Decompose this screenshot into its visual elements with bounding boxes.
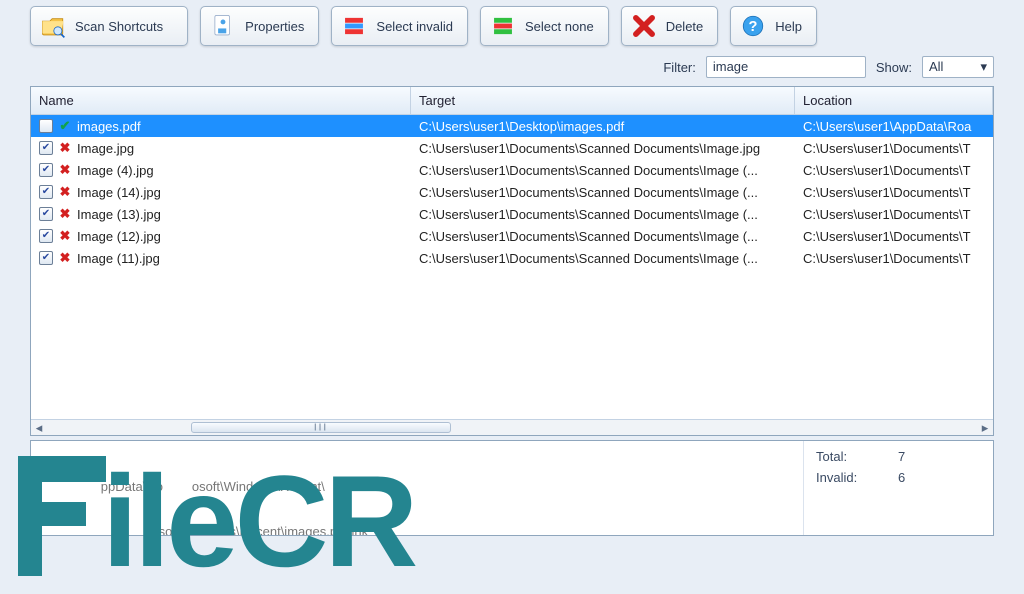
row-location: C:\Users\user1\Documents\T bbox=[795, 251, 993, 266]
stats-panel: Total: 7 Invalid: 6 bbox=[803, 441, 993, 535]
row-checkbox[interactable] bbox=[39, 163, 53, 177]
table-row[interactable]: ✖ Image (12).jpg C:\Users\user1\Documents\… bbox=[31, 225, 993, 247]
scroll-thumb[interactable]: III bbox=[191, 422, 451, 433]
filter-input[interactable]: image bbox=[706, 56, 866, 78]
row-target: C:\Users\user1\Documents\Scanned Documen… bbox=[411, 163, 795, 178]
help-label: Help bbox=[775, 19, 802, 34]
chevron-down-icon: ▾ bbox=[980, 57, 987, 77]
scroll-left-icon[interactable]: ◂ bbox=[31, 420, 47, 435]
row-name: Image (13).jpg bbox=[77, 207, 161, 222]
select-none-button[interactable]: Select none bbox=[480, 6, 609, 46]
delete-icon bbox=[630, 12, 658, 40]
row-location: C:\Users\user1\Documents\T bbox=[795, 185, 993, 200]
filter-input-value: image bbox=[713, 59, 748, 74]
row-location: C:\Users\user1\Documents\T bbox=[795, 207, 993, 222]
check-icon: ✔ bbox=[57, 118, 73, 134]
scan-shortcuts-button[interactable]: Scan Shortcuts bbox=[30, 6, 188, 46]
row-location: C:\Users\user1\Documents\T bbox=[795, 229, 993, 244]
row-location: C:\Users\user1\AppData\Roa bbox=[795, 119, 993, 134]
results-grid: Name Target Location ✔ images.pdf C:\Users… bbox=[30, 86, 994, 436]
row-name: Image (11).jpg bbox=[77, 251, 160, 266]
detail-line-1: ppData\Ro osoft\Windows\Recent\ bbox=[43, 479, 791, 494]
details-panel: ppData\Ro osoft\Windows\Recent\ osoft\Wi… bbox=[30, 440, 994, 536]
stat-total-value: 7 bbox=[898, 449, 905, 464]
help-button[interactable]: ? Help bbox=[730, 6, 817, 46]
delete-label: Delete bbox=[666, 19, 704, 34]
scroll-right-icon[interactable]: ▸ bbox=[977, 420, 993, 435]
column-header-location[interactable]: Location bbox=[795, 87, 993, 114]
table-row[interactable]: ✖ Image (14).jpg C:\Users\user1\Documents\… bbox=[31, 181, 993, 203]
grid-header: Name Target Location bbox=[31, 87, 993, 115]
folder-search-icon bbox=[39, 12, 67, 40]
show-dropdown[interactable]: All ▾ bbox=[922, 56, 994, 78]
row-target: C:\Users\user1\Documents\Scanned Documen… bbox=[411, 207, 795, 222]
show-label: Show: bbox=[876, 60, 912, 75]
row-target: C:\Users\user1\Documents\Scanned Documen… bbox=[411, 185, 795, 200]
show-dropdown-value: All bbox=[929, 57, 943, 77]
properties-button[interactable]: Properties bbox=[200, 6, 319, 46]
filter-row: Filter: image Show: All ▾ bbox=[0, 56, 1024, 86]
table-row[interactable]: ✖ Image (13).jpg C:\Users\user1\Documents\… bbox=[31, 203, 993, 225]
select-invalid-label: Select invalid bbox=[376, 19, 453, 34]
cross-icon: ✖ bbox=[57, 250, 73, 266]
horizontal-scrollbar[interactable]: ◂ III ▸ bbox=[31, 419, 993, 435]
row-name: Image.jpg bbox=[77, 141, 134, 156]
table-row[interactable]: ✖ Image (4).jpg C:\Users\user1\Documents\S… bbox=[31, 159, 993, 181]
row-location: C:\Users\user1\Documents\T bbox=[795, 141, 993, 156]
table-row[interactable]: ✔ images.pdf C:\Users\user1\Desktop\images… bbox=[31, 115, 993, 137]
shortcut-details: ppData\Ro osoft\Windows\Recent\ osoft\Wi… bbox=[31, 441, 803, 535]
grid-body: ✔ images.pdf C:\Users\user1\Desktop\images… bbox=[31, 115, 993, 419]
select-none-icon bbox=[489, 12, 517, 40]
detail-line-2: osoft\Windows\Recent\images.pdf.lnk bbox=[43, 524, 791, 535]
properties-label: Properties bbox=[245, 19, 304, 34]
scan-shortcuts-label: Scan Shortcuts bbox=[75, 19, 163, 34]
select-invalid-button[interactable]: Select invalid bbox=[331, 6, 468, 46]
table-row[interactable]: ✖ Image (11).jpg C:\Users\user1\Documents\… bbox=[31, 247, 993, 269]
table-row[interactable]: ✖ Image.jpg C:\Users\user1\Documents\Scann… bbox=[31, 137, 993, 159]
row-checkbox[interactable] bbox=[39, 185, 53, 199]
filter-label: Filter: bbox=[663, 60, 696, 75]
row-location: C:\Users\user1\Documents\T bbox=[795, 163, 993, 178]
stat-invalid-label: Invalid: bbox=[816, 470, 880, 485]
svg-text:?: ? bbox=[749, 19, 758, 35]
row-name: Image (4).jpg bbox=[77, 163, 154, 178]
row-checkbox[interactable] bbox=[39, 251, 53, 265]
stat-total-label: Total: bbox=[816, 449, 880, 464]
row-name: Image (12).jpg bbox=[77, 229, 161, 244]
help-icon: ? bbox=[739, 12, 767, 40]
select-none-label: Select none bbox=[525, 19, 594, 34]
cross-icon: ✖ bbox=[57, 184, 73, 200]
stat-invalid-value: 6 bbox=[898, 470, 905, 485]
delete-button[interactable]: Delete bbox=[621, 6, 719, 46]
row-target: C:\Users\user1\Documents\Scanned Documen… bbox=[411, 141, 795, 156]
cross-icon: ✖ bbox=[57, 162, 73, 178]
row-target: C:\Users\user1\Documents\Scanned Documen… bbox=[411, 251, 795, 266]
row-name: images.pdf bbox=[77, 119, 141, 134]
column-header-name[interactable]: Name bbox=[31, 87, 411, 114]
cross-icon: ✖ bbox=[57, 206, 73, 222]
row-checkbox[interactable] bbox=[39, 207, 53, 221]
column-header-target[interactable]: Target bbox=[411, 87, 795, 114]
row-checkbox[interactable] bbox=[39, 141, 53, 155]
row-name: Image (14).jpg bbox=[77, 185, 161, 200]
cross-icon: ✖ bbox=[57, 228, 73, 244]
row-checkbox[interactable] bbox=[39, 119, 53, 133]
select-invalid-icon bbox=[340, 12, 368, 40]
toolbar: Scan Shortcuts Properties Select invalid… bbox=[0, 0, 1024, 56]
row-target: C:\Users\user1\Desktop\images.pdf bbox=[411, 119, 795, 134]
grip-icon: III bbox=[314, 422, 328, 433]
cross-icon: ✖ bbox=[57, 140, 73, 156]
row-checkbox[interactable] bbox=[39, 229, 53, 243]
row-target: C:\Users\user1\Documents\Scanned Documen… bbox=[411, 229, 795, 244]
properties-icon bbox=[209, 12, 237, 40]
